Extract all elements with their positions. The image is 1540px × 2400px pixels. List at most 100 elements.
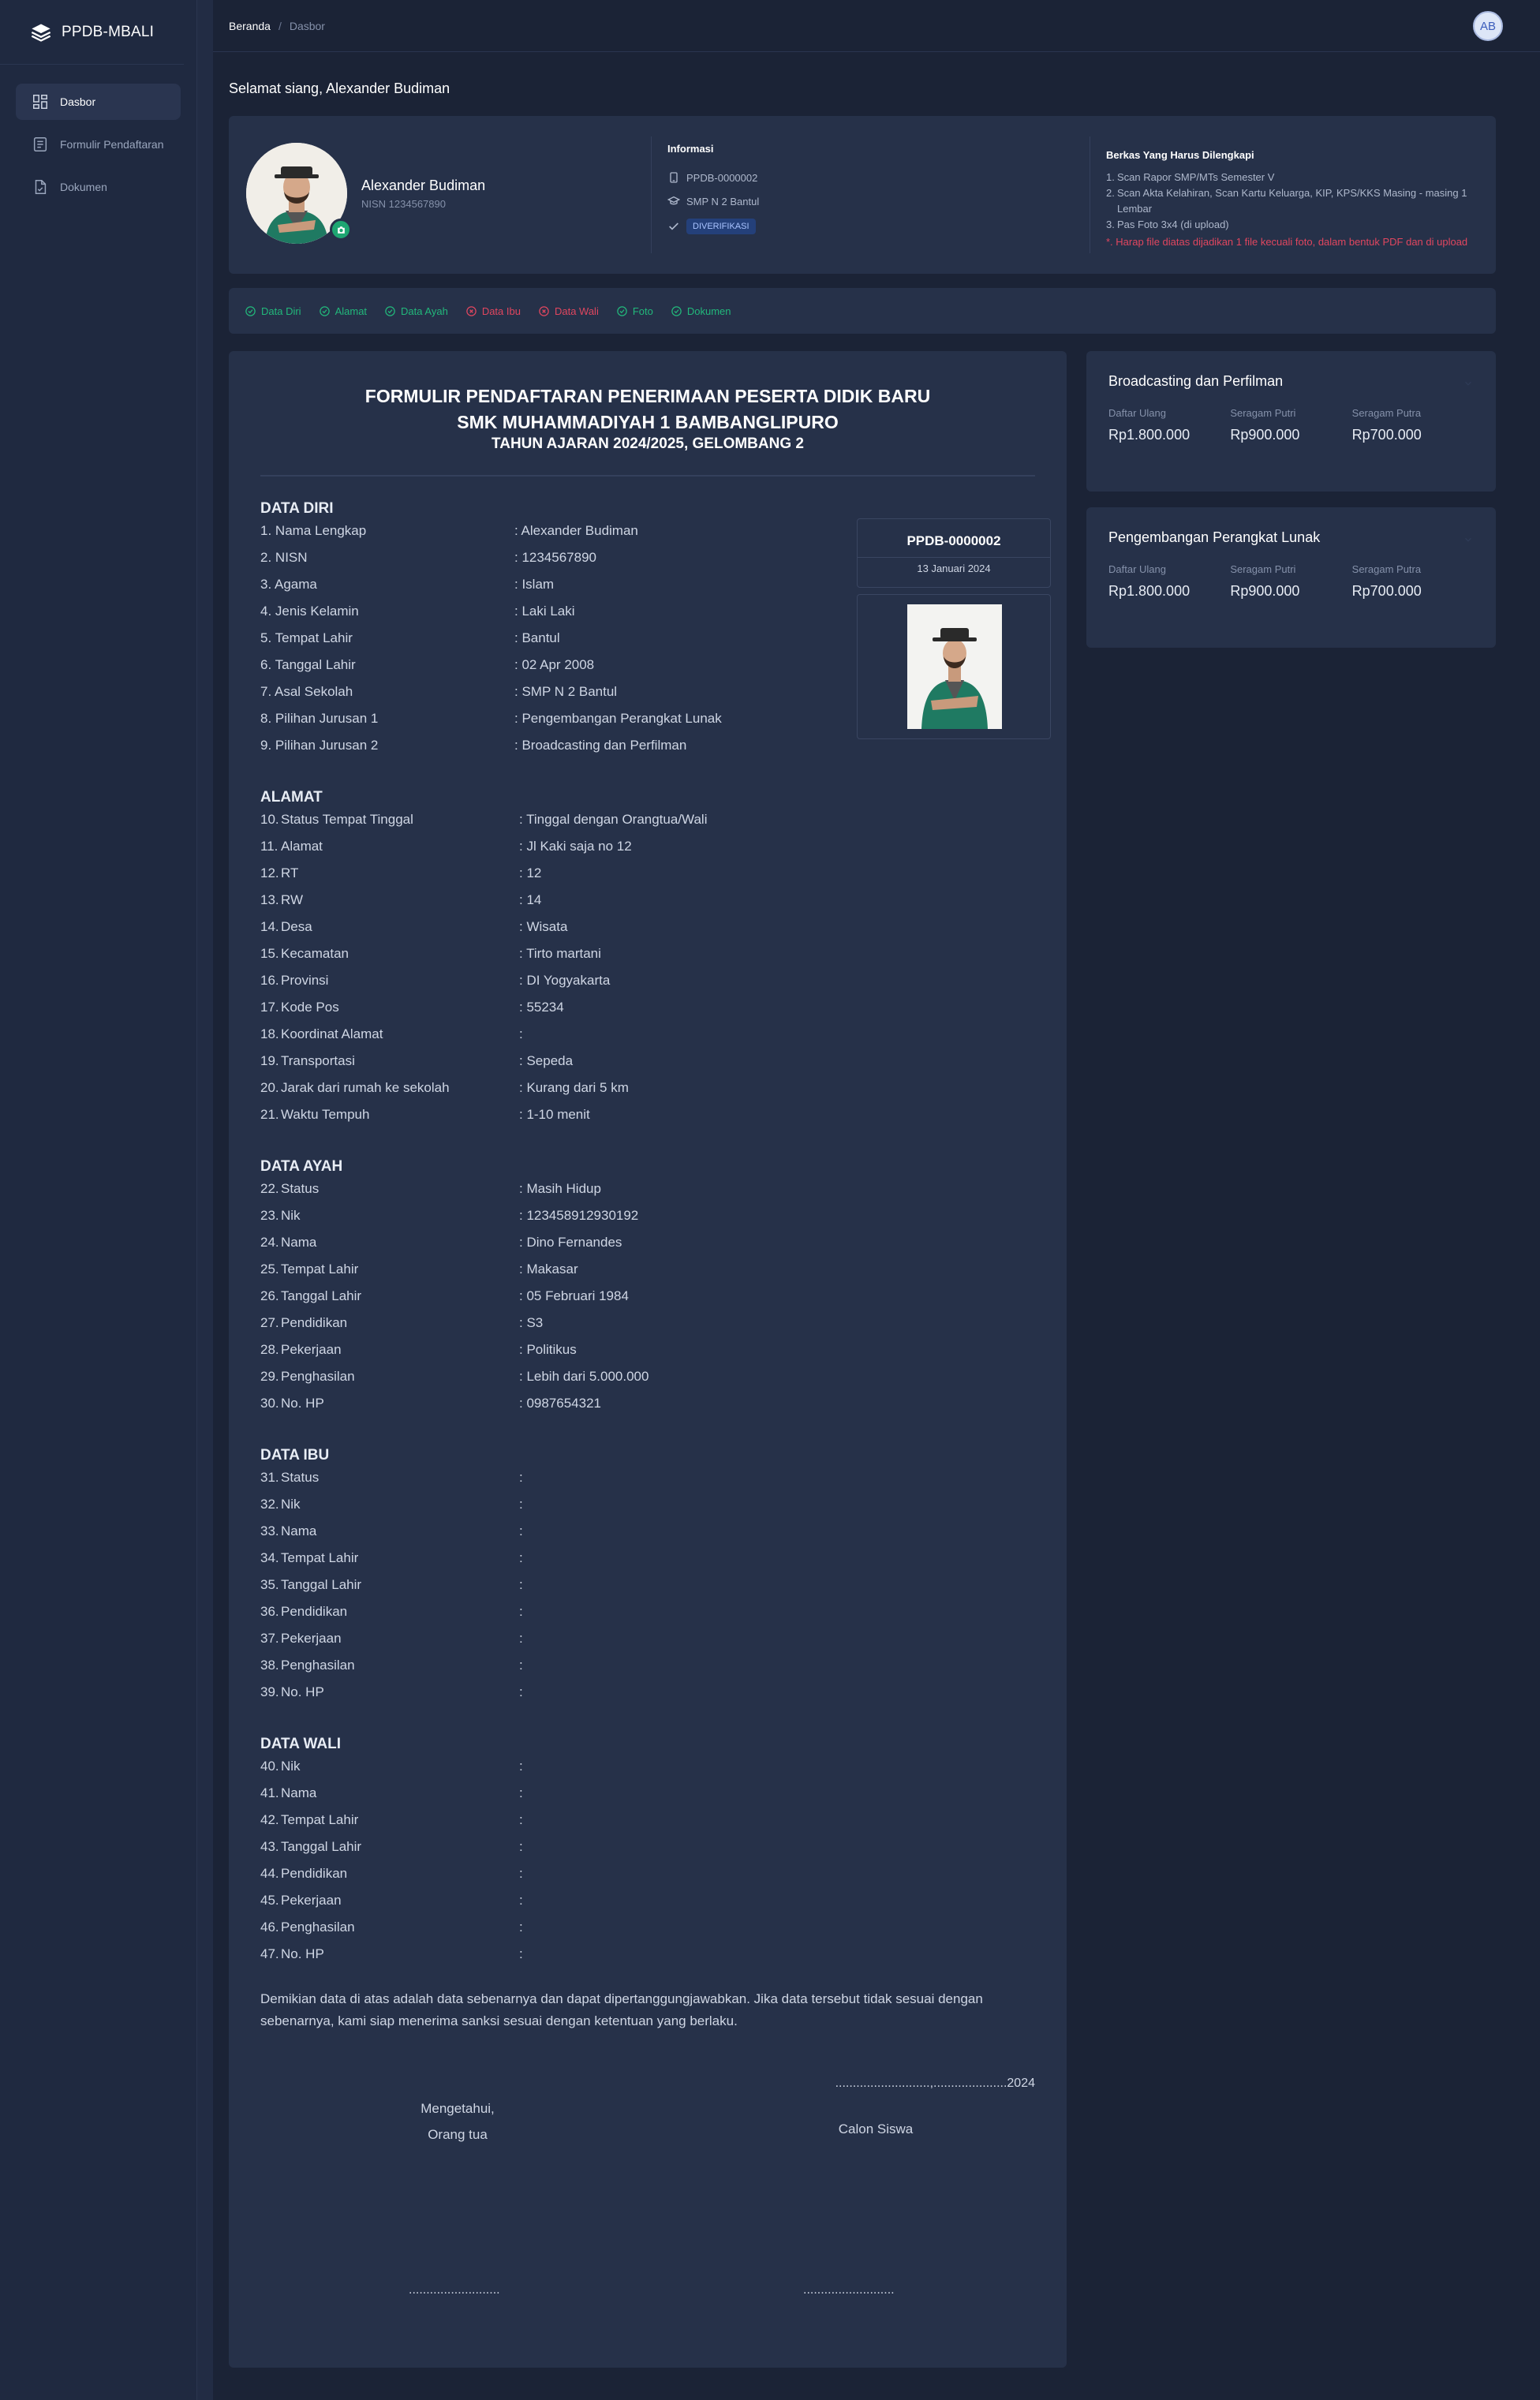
step-foto[interactable]: Foto (616, 305, 653, 317)
step-data-ibu[interactable]: Data Ibu (465, 305, 521, 317)
info-school: SMP N 2 Bantul (686, 195, 760, 207)
form-row: 27. Pendidikan: S3 (260, 1315, 544, 1330)
berkas-item: 3. Pas Foto 3x4 (di upload) (1106, 219, 1229, 230)
info-reg-row: PPDB-0000002 (667, 171, 757, 184)
form-row: 33. Nama: (260, 1523, 523, 1538)
check-circle-icon (245, 305, 256, 316)
sidebar-item-label: Dasbor (60, 95, 96, 108)
form-row: 36. Pendidikan: (260, 1604, 523, 1619)
sidebar-item-dokumen[interactable]: Dokumen (16, 169, 181, 205)
change-photo-button[interactable] (330, 219, 352, 241)
info-reg-no: PPDB-0000002 (686, 171, 758, 184)
sidebar: PPDB-MBALI Dasbor Formulir Pendaftaran D… (0, 0, 197, 2400)
form-row: 26. Tanggal Lahir: 05 Februari 1984 (260, 1288, 629, 1303)
section-title-data-diri: DATA DIRI (260, 500, 334, 517)
fee-item: Seragam Putra Rp700.000 (1351, 563, 1422, 599)
fee-grid: Daftar Ulang Rp1.800.000 Seragam Putri Rp9… (1108, 563, 1474, 600)
form-title: FORMULIR PENDAFTARAN PENERIMAAN PESERTA … (364, 386, 931, 406)
form-row: 12. RT: 12 (260, 865, 542, 880)
breadcrumb-home[interactable]: Beranda (229, 20, 271, 32)
check-icon (669, 222, 678, 230)
camera-icon (337, 226, 345, 234)
x-circle-icon (539, 305, 549, 316)
fee-card-software[interactable]: Pengembangan Perangkat Lunak Daftar Ulan… (1086, 507, 1496, 648)
form-row: 19. Transportasi: Sepeda (260, 1053, 574, 1068)
step-data-wali[interactable]: Data Wali (538, 305, 599, 317)
alamat-rows: 10. Status Tempat Tinggal: Tinggal dengan… (260, 806, 1035, 1128)
step-dokumen[interactable]: Dokumen (671, 305, 731, 317)
form-row: 30. No. HP: 0987654321 (260, 1396, 601, 1411)
registration-form: FORMULIR PENDAFTARAN PENERIMAAN PESERTA … (229, 351, 1067, 2368)
form-row: 13. RW: 14 (260, 892, 542, 907)
signature-acknowledged-label: Mengetahui, (421, 2101, 495, 2116)
sidebar-item-formulir[interactable]: Formulir Pendaftaran (16, 126, 181, 163)
form-row: 40. Nik: (260, 1759, 523, 1774)
berkas-item: 2. Scan Akta Kelahiran, Scan Kartu Keluar… (1106, 187, 1467, 215)
breadcrumb-separator: / (278, 19, 282, 32)
brand-name: PPDB-MBALI (62, 23, 155, 40)
step-alamat[interactable]: Alamat (319, 305, 367, 317)
profile-name: Alexander Budiman (361, 178, 486, 193)
sidebar-nav: Dasbor Formulir Pendaftaran Dokumen (0, 65, 196, 230)
chevron-down-icon[interactable] (1463, 378, 1474, 389)
form-row: 17. Kode Pos: 55234 (260, 1000, 564, 1015)
form-row: 10. Status Tempat Tinggal: Tinggal dengan… (260, 812, 708, 827)
progress-steps: Data Diri Alamat Data Ayah Data Ibu Data… (229, 288, 1496, 334)
section-title-data-ayah: DATA AYAH (260, 1158, 343, 1175)
step-data-ayah[interactable]: Data Ayah (384, 305, 448, 317)
fee-item: Daftar Ulang Rp1.800.000 (1108, 563, 1191, 599)
step-data-diri[interactable]: Data Diri (245, 305, 301, 317)
signature-date: ...........................,............… (835, 2077, 1035, 2090)
fee-card-broadcasting[interactable]: Broadcasting dan Perfilman Daftar Ulang R… (1086, 351, 1496, 492)
graduation-cap-icon (667, 196, 680, 205)
phone-icon (670, 172, 678, 183)
check-circle-icon (671, 305, 682, 316)
sidebar-item-dasbor[interactable]: Dasbor (16, 84, 181, 120)
form-row: 34. Tempat Lahir: (260, 1550, 523, 1565)
form-row: 38. Penghasilan: (260, 1658, 523, 1673)
user-avatar-button[interactable]: AB (1473, 11, 1503, 41)
info-status-row: DIVERIFIKASI (667, 219, 756, 234)
signature-parent-label: Orang tua (428, 2127, 488, 2142)
brand[interactable]: PPDB-MBALI (0, 0, 184, 65)
layers-logo-icon (31, 24, 51, 42)
form-academic-year: TAHUN AJARAN 2024/2025, GELOMBANG 2 (492, 436, 804, 452)
check-circle-icon (617, 305, 627, 316)
fee-item: Daftar Ulang Rp1.800.000 (1108, 407, 1191, 443)
chevron-down-icon[interactable] (1463, 534, 1474, 545)
form-row: 16. Provinsi: DI Yogyakarta (260, 973, 611, 988)
form-divider (260, 475, 1035, 477)
greeting: Selamat siang, Alexander Budiman (229, 80, 450, 96)
form-row: 42. Tempat Lahir: (260, 1812, 523, 1827)
form-row: 24. Nama: Dino Fernandes (260, 1235, 622, 1250)
form-row: 20. Jarak dari rumah ke sekolah: Kurang d… (260, 1080, 629, 1095)
signature-parent: Mengetahui, Orang tua (394, 2095, 521, 2148)
dashboard-icon (33, 95, 47, 109)
form-row: 14. Desa: Wisata (260, 919, 568, 934)
section-title-data-ibu: DATA IBU (260, 1447, 330, 1464)
fee-item: Seragam Putra Rp700.000 (1351, 407, 1422, 443)
topbar: Beranda / Dasbor AB (213, 0, 1540, 52)
registration-date: 13 Januari 2024 (917, 563, 991, 574)
form-school-name: SMK MUHAMMADIYAH 1 BAMBANGLIPURO (457, 412, 839, 432)
person-photo-illustration (907, 604, 1002, 729)
form-row: 18. Koordinat Alamat: (260, 1026, 523, 1041)
form-row: 22. Status: Masih Hidup (260, 1181, 601, 1196)
registration-number: PPDB-0000002 (906, 533, 1001, 548)
fee-grid: Daftar Ulang Rp1.800.000 Seragam Putri Rp9… (1108, 407, 1474, 443)
form-row: 35. Tanggal Lahir: (260, 1577, 523, 1592)
form-row: 44. Pendidikan: (260, 1866, 523, 1881)
form-row: 15. Kecamatan: Tirto martani (260, 946, 601, 961)
data-wali-rows: 40. Nik: 41. Nama: 42. Tempat Lahir: 43. Tan… (260, 1753, 1035, 1968)
form-row: 47. No. HP: (260, 1946, 523, 1961)
sidebar-gutter (197, 0, 213, 2400)
student-photo (907, 604, 1002, 729)
check-circle-icon (319, 305, 330, 316)
signature-line-student: .......................... (803, 2283, 895, 2297)
form-row: 31. Status: (260, 1470, 523, 1485)
form-row: 37. Pekerjaan: (260, 1631, 523, 1646)
fee-item: Seragam Putri Rp900.000 (1230, 407, 1300, 443)
check-circle-icon (385, 305, 395, 316)
fee-card-title: Pengembangan Perangkat Lunak (1108, 529, 1321, 545)
form-row: 45. Pekerjaan: (260, 1893, 523, 1908)
